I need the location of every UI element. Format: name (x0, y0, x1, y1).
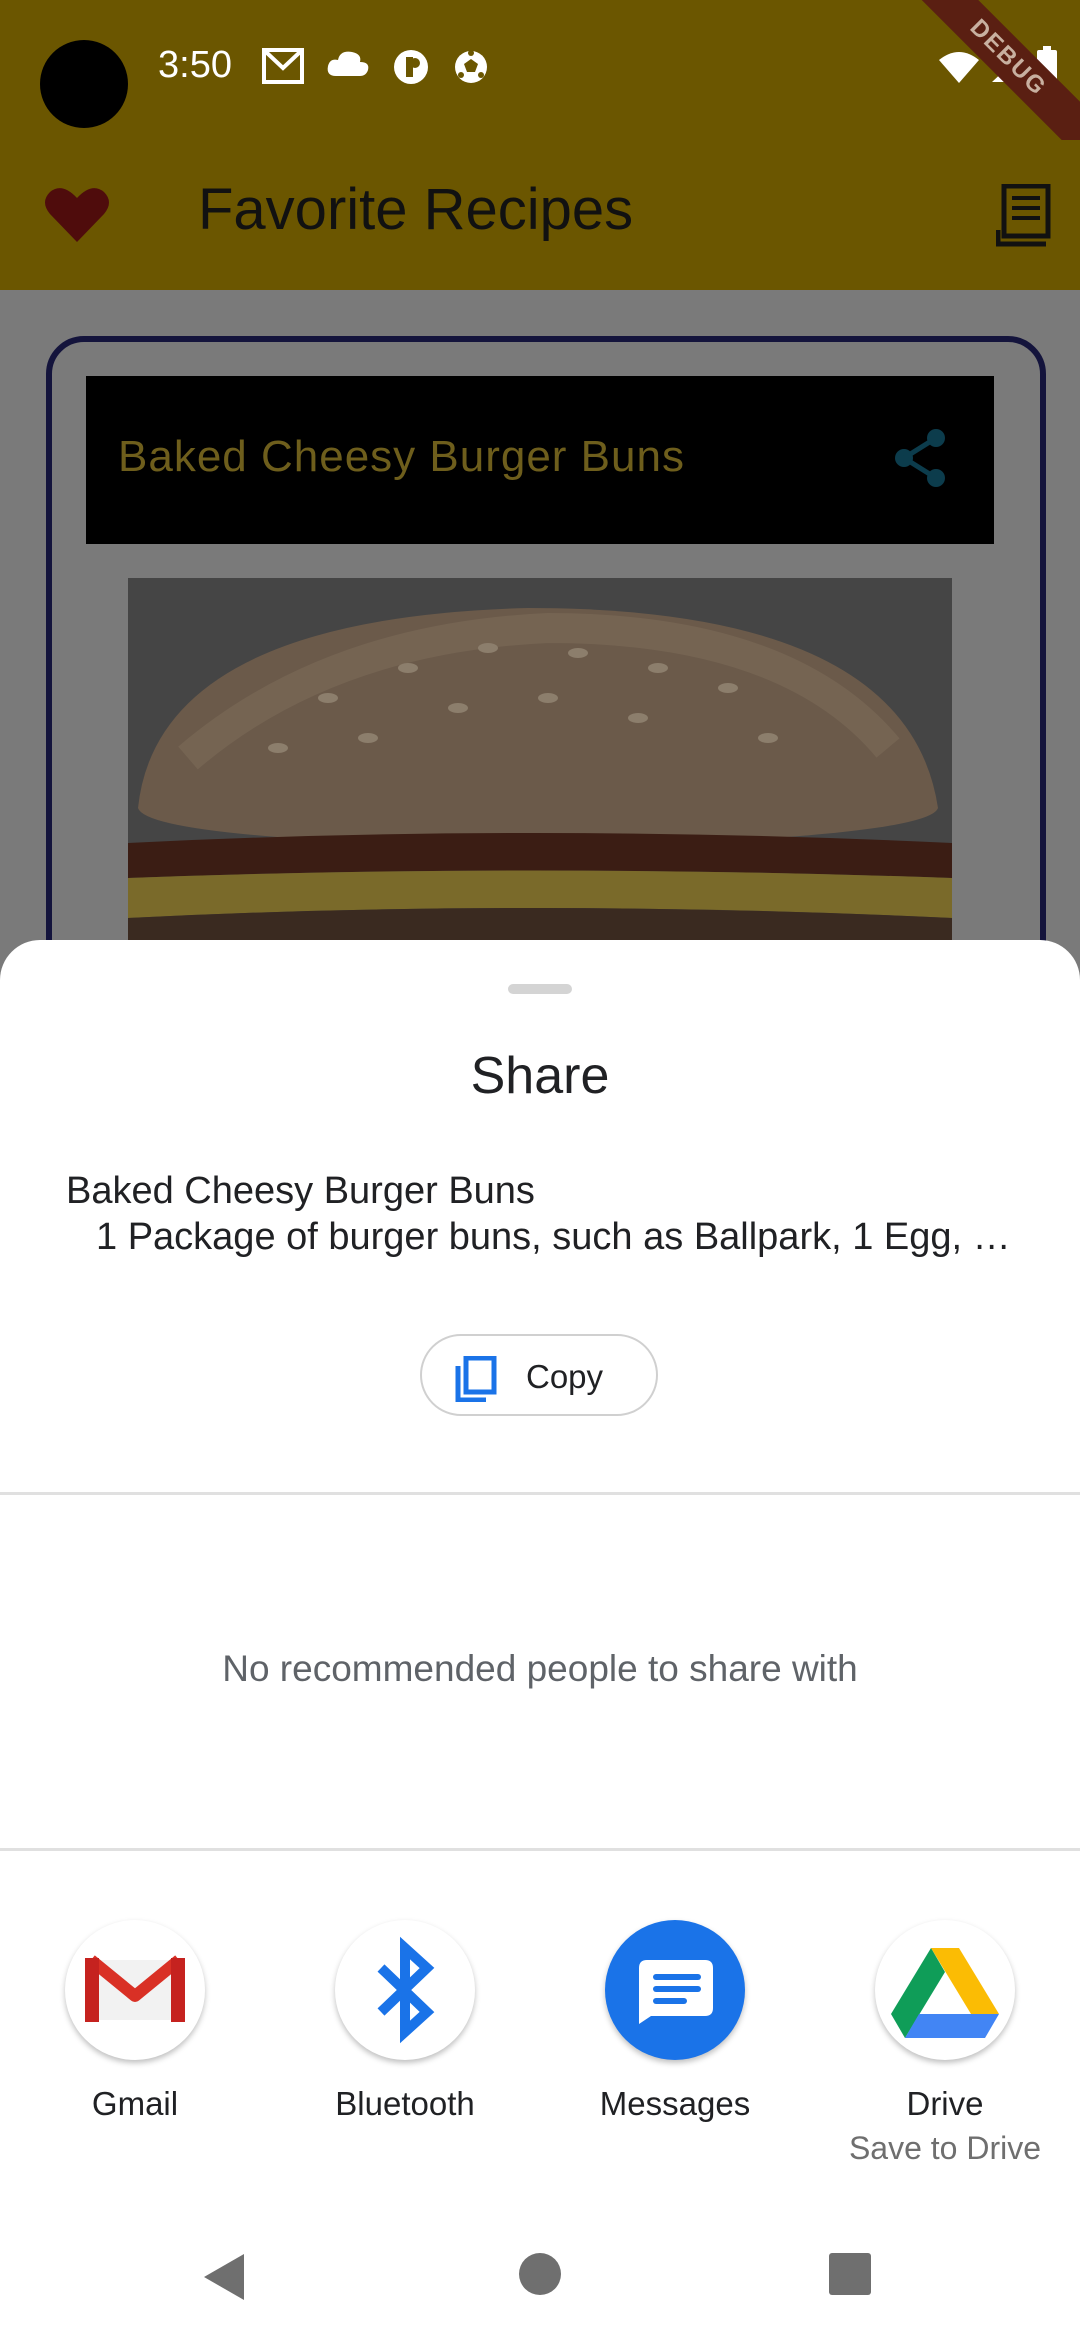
copy-icon (455, 1356, 497, 1402)
navigation-bar (0, 2220, 1080, 2340)
bluetooth-icon (335, 1920, 475, 2060)
app-bar: Favorite Recipes (0, 140, 1080, 290)
drag-handle[interactable] (508, 984, 572, 994)
share-targets: Gmail Bluetooth Messages Drive Save to D… (0, 1920, 1080, 2180)
cloud-icon (327, 51, 369, 76)
soccer-icon (455, 50, 487, 83)
back-icon[interactable] (200, 2250, 250, 2304)
copy-label: Copy (526, 1358, 604, 1395)
status-time: 3:50 (158, 44, 232, 86)
google-drive-icon (875, 1920, 1015, 2060)
gmail-icon (262, 48, 304, 84)
divider (0, 1848, 1080, 1851)
page-title: Favorite Recipes (198, 177, 634, 242)
recents-icon[interactable] (828, 2252, 872, 2296)
share-sheet-title: Share (470, 1047, 610, 1105)
divider (0, 1492, 1080, 1495)
recipe-image (128, 578, 952, 998)
burger-image (128, 578, 952, 998)
heart-icon[interactable] (44, 184, 110, 244)
share-preview-title: Baked Cheesy Burger Buns (66, 1170, 535, 1212)
camera-cutout (40, 40, 128, 128)
share-icon[interactable] (892, 428, 948, 488)
wifi-icon (939, 52, 979, 83)
podcast-icon (394, 50, 428, 84)
status-bar: 3:50 DEBUG (0, 0, 1080, 165)
share-target-label: Messages (599, 2085, 751, 2122)
recipe-title: Baked Cheesy Burger Buns (118, 432, 685, 481)
recipe-card-header: Baked Cheesy Burger Buns (86, 376, 994, 544)
copy-button[interactable]: Copy (420, 1334, 658, 1416)
gmail-app-icon (65, 1920, 205, 2060)
messages-icon (605, 1920, 745, 2060)
share-target-label: Gmail (91, 2085, 179, 2122)
share-target-label: Drive (906, 2085, 984, 2122)
share-sheet: Share Baked Cheesy Burger Buns 1 Package… (0, 940, 1080, 2340)
status-notification-icons (262, 48, 490, 86)
recipe-book-icon[interactable] (996, 184, 1052, 248)
no-recommended-people-text: No recommended people to share with (222, 1648, 858, 1689)
share-preview-text: 1 Package of burger buns, such as Ballpa… (96, 1216, 1011, 1258)
share-target-label: Bluetooth (335, 2085, 475, 2122)
home-icon[interactable] (518, 2252, 562, 2296)
share-target-sublabel: Save to Drive (848, 2130, 1042, 2166)
